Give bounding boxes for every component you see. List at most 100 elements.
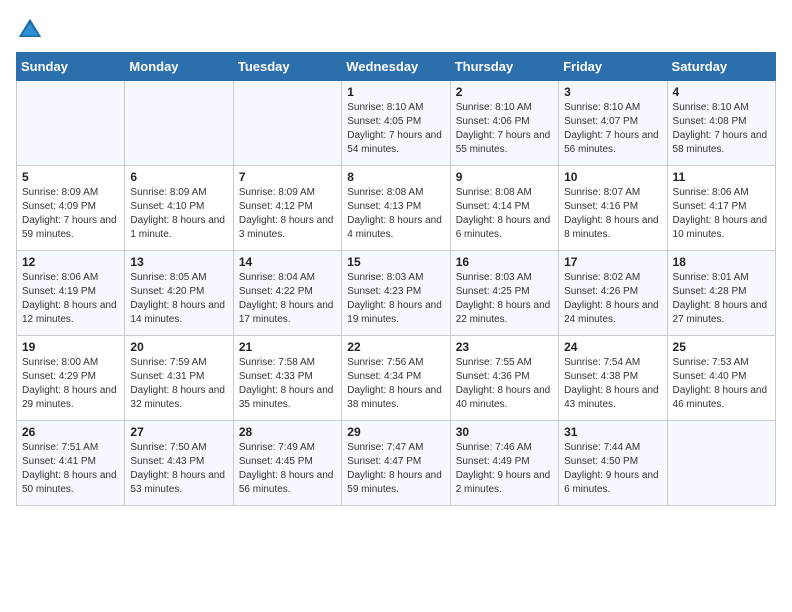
day-detail: Sunrise: 7:54 AM Sunset: 4:38 PM Dayligh…	[564, 356, 661, 412]
day-number: 22	[347, 340, 444, 354]
day-number: 11	[673, 170, 770, 184]
day-number: 13	[130, 255, 227, 269]
calendar-cell: 9 Sunrise: 8:08 AM Sunset: 4:14 PM Daylig…	[450, 166, 558, 251]
calendar-cell: 10 Sunrise: 8:07 AM Sunset: 4:16 PM Dayli…	[559, 166, 667, 251]
day-number: 29	[347, 425, 444, 439]
calendar-week-row: 19 Sunrise: 8:00 AM Sunset: 4:29 PM Dayli…	[17, 336, 776, 421]
day-number: 19	[22, 340, 119, 354]
calendar-cell: 29 Sunrise: 7:47 AM Sunset: 4:47 PM Dayli…	[342, 421, 450, 506]
calendar-cell: 13 Sunrise: 8:05 AM Sunset: 4:20 PM Dayli…	[125, 251, 233, 336]
day-number: 23	[456, 340, 553, 354]
day-number: 16	[456, 255, 553, 269]
calendar-cell: 7 Sunrise: 8:09 AM Sunset: 4:12 PM Daylig…	[233, 166, 341, 251]
day-detail: Sunrise: 8:10 AM Sunset: 4:06 PM Dayligh…	[456, 101, 553, 157]
calendar-cell: 16 Sunrise: 8:03 AM Sunset: 4:25 PM Dayli…	[450, 251, 558, 336]
day-detail: Sunrise: 8:10 AM Sunset: 4:05 PM Dayligh…	[347, 101, 444, 157]
day-detail: Sunrise: 8:08 AM Sunset: 4:13 PM Dayligh…	[347, 186, 444, 242]
calendar-cell: 20Sunrise: 7:59 AM Sunset: 4:31 PM Dayli…	[125, 336, 233, 421]
calendar-cell: 8 Sunrise: 8:08 AM Sunset: 4:13 PM Daylig…	[342, 166, 450, 251]
day-number: 2	[456, 85, 553, 99]
day-number: 8	[347, 170, 444, 184]
calendar-cell: 15 Sunrise: 8:03 AM Sunset: 4:23 PM Dayli…	[342, 251, 450, 336]
day-detail: Sunrise: 8:09 AM Sunset: 4:10 PM Dayligh…	[130, 186, 227, 242]
logo-icon	[16, 16, 44, 44]
calendar-cell	[125, 81, 233, 166]
calendar-cell: 4 Sunrise: 8:10 AM Sunset: 4:08 PM Daylig…	[667, 81, 775, 166]
day-number: 10	[564, 170, 661, 184]
calendar-cell: 31Sunrise: 7:44 AM Sunset: 4:50 PM Dayli…	[559, 421, 667, 506]
day-detail: Sunrise: 8:03 AM Sunset: 4:25 PM Dayligh…	[456, 271, 553, 327]
day-number: 27	[130, 425, 227, 439]
calendar-cell: 3 Sunrise: 8:10 AM Sunset: 4:07 PM Daylig…	[559, 81, 667, 166]
calendar-cell: 14 Sunrise: 8:04 AM Sunset: 4:22 PM Dayli…	[233, 251, 341, 336]
day-detail: Sunrise: 7:44 AM Sunset: 4:50 PM Dayligh…	[564, 441, 661, 497]
day-detail: Sunrise: 8:06 AM Sunset: 4:17 PM Dayligh…	[673, 186, 770, 242]
day-number: 4	[673, 85, 770, 99]
weekday-header-wednesday: Wednesday	[342, 53, 450, 81]
calendar-cell: 26Sunrise: 7:51 AM Sunset: 4:41 PM Dayli…	[17, 421, 125, 506]
day-detail: Sunrise: 8:05 AM Sunset: 4:20 PM Dayligh…	[130, 271, 227, 327]
calendar-cell	[233, 81, 341, 166]
day-number: 24	[564, 340, 661, 354]
calendar-cell: 21Sunrise: 7:58 AM Sunset: 4:33 PM Dayli…	[233, 336, 341, 421]
day-detail: Sunrise: 8:00 AM Sunset: 4:29 PM Dayligh…	[22, 356, 119, 412]
calendar-cell: 24 Sunrise: 7:54 AM Sunset: 4:38 PM Dayli…	[559, 336, 667, 421]
day-detail: Sunrise: 7:49 AM Sunset: 4:45 PM Dayligh…	[239, 441, 336, 497]
day-detail: Sunrise: 7:53 AM Sunset: 4:40 PM Dayligh…	[673, 356, 770, 412]
day-detail: Sunrise: 8:07 AM Sunset: 4:16 PM Dayligh…	[564, 186, 661, 242]
day-detail: Sunrise: 7:55 AM Sunset: 4:36 PM Dayligh…	[456, 356, 553, 412]
calendar-week-row: 1 Sunrise: 8:10 AM Sunset: 4:05 PM Daylig…	[17, 81, 776, 166]
calendar-cell: 11 Sunrise: 8:06 AM Sunset: 4:17 PM Dayli…	[667, 166, 775, 251]
calendar-cell: 19 Sunrise: 8:00 AM Sunset: 4:29 PM Dayli…	[17, 336, 125, 421]
calendar-cell: 27 Sunrise: 7:50 AM Sunset: 4:43 PM Dayli…	[125, 421, 233, 506]
day-detail: Sunrise: 8:04 AM Sunset: 4:22 PM Dayligh…	[239, 271, 336, 327]
calendar-table: SundayMondayTuesdayWednesdayThursdayFrid…	[16, 52, 776, 506]
calendar-week-row: 12Sunrise: 8:06 AM Sunset: 4:19 PM Dayli…	[17, 251, 776, 336]
day-number: 15	[347, 255, 444, 269]
day-detail: Sunrise: 7:46 AM Sunset: 4:49 PM Dayligh…	[456, 441, 553, 497]
day-number: 21	[239, 340, 336, 354]
calendar-week-row: 26Sunrise: 7:51 AM Sunset: 4:41 PM Dayli…	[17, 421, 776, 506]
calendar-cell: 28Sunrise: 7:49 AM Sunset: 4:45 PM Dayli…	[233, 421, 341, 506]
day-detail: Sunrise: 7:47 AM Sunset: 4:47 PM Dayligh…	[347, 441, 444, 497]
calendar-cell: 18Sunrise: 8:01 AM Sunset: 4:28 PM Dayli…	[667, 251, 775, 336]
day-number: 6	[130, 170, 227, 184]
day-number: 1	[347, 85, 444, 99]
day-detail: Sunrise: 7:51 AM Sunset: 4:41 PM Dayligh…	[22, 441, 119, 497]
weekday-header-thursday: Thursday	[450, 53, 558, 81]
calendar-cell: 23 Sunrise: 7:55 AM Sunset: 4:36 PM Dayli…	[450, 336, 558, 421]
calendar-cell: 30 Sunrise: 7:46 AM Sunset: 4:49 PM Dayli…	[450, 421, 558, 506]
weekday-header-monday: Monday	[125, 53, 233, 81]
weekday-header-saturday: Saturday	[667, 53, 775, 81]
weekday-header-tuesday: Tuesday	[233, 53, 341, 81]
day-detail: Sunrise: 8:03 AM Sunset: 4:23 PM Dayligh…	[347, 271, 444, 327]
day-detail: Sunrise: 8:10 AM Sunset: 4:08 PM Dayligh…	[673, 101, 770, 157]
day-number: 5	[22, 170, 119, 184]
calendar-cell	[17, 81, 125, 166]
calendar-cell: 25 Sunrise: 7:53 AM Sunset: 4:40 PM Dayli…	[667, 336, 775, 421]
page-header	[16, 16, 776, 44]
day-detail: Sunrise: 7:50 AM Sunset: 4:43 PM Dayligh…	[130, 441, 227, 497]
calendar-cell: 17Sunrise: 8:02 AM Sunset: 4:26 PM Dayli…	[559, 251, 667, 336]
day-detail: Sunrise: 7:56 AM Sunset: 4:34 PM Dayligh…	[347, 356, 444, 412]
day-number: 7	[239, 170, 336, 184]
day-number: 3	[564, 85, 661, 99]
day-detail: Sunrise: 8:09 AM Sunset: 4:12 PM Dayligh…	[239, 186, 336, 242]
day-number: 18	[673, 255, 770, 269]
day-detail: Sunrise: 8:08 AM Sunset: 4:14 PM Dayligh…	[456, 186, 553, 242]
logo	[16, 16, 48, 44]
day-detail: Sunrise: 8:02 AM Sunset: 4:26 PM Dayligh…	[564, 271, 661, 327]
calendar-cell: 2 Sunrise: 8:10 AM Sunset: 4:06 PM Daylig…	[450, 81, 558, 166]
day-number: 14	[239, 255, 336, 269]
calendar-cell	[667, 421, 775, 506]
day-number: 25	[673, 340, 770, 354]
calendar-cell: 6 Sunrise: 8:09 AM Sunset: 4:10 PM Daylig…	[125, 166, 233, 251]
day-number: 9	[456, 170, 553, 184]
calendar-week-row: 5 Sunrise: 8:09 AM Sunset: 4:09 PM Daylig…	[17, 166, 776, 251]
weekday-header-friday: Friday	[559, 53, 667, 81]
day-detail: Sunrise: 8:10 AM Sunset: 4:07 PM Dayligh…	[564, 101, 661, 157]
day-detail: Sunrise: 8:09 AM Sunset: 4:09 PM Dayligh…	[22, 186, 119, 242]
day-detail: Sunrise: 7:59 AM Sunset: 4:31 PM Dayligh…	[130, 356, 227, 412]
calendar-cell: 22 Sunrise: 7:56 AM Sunset: 4:34 PM Dayli…	[342, 336, 450, 421]
day-number: 30	[456, 425, 553, 439]
